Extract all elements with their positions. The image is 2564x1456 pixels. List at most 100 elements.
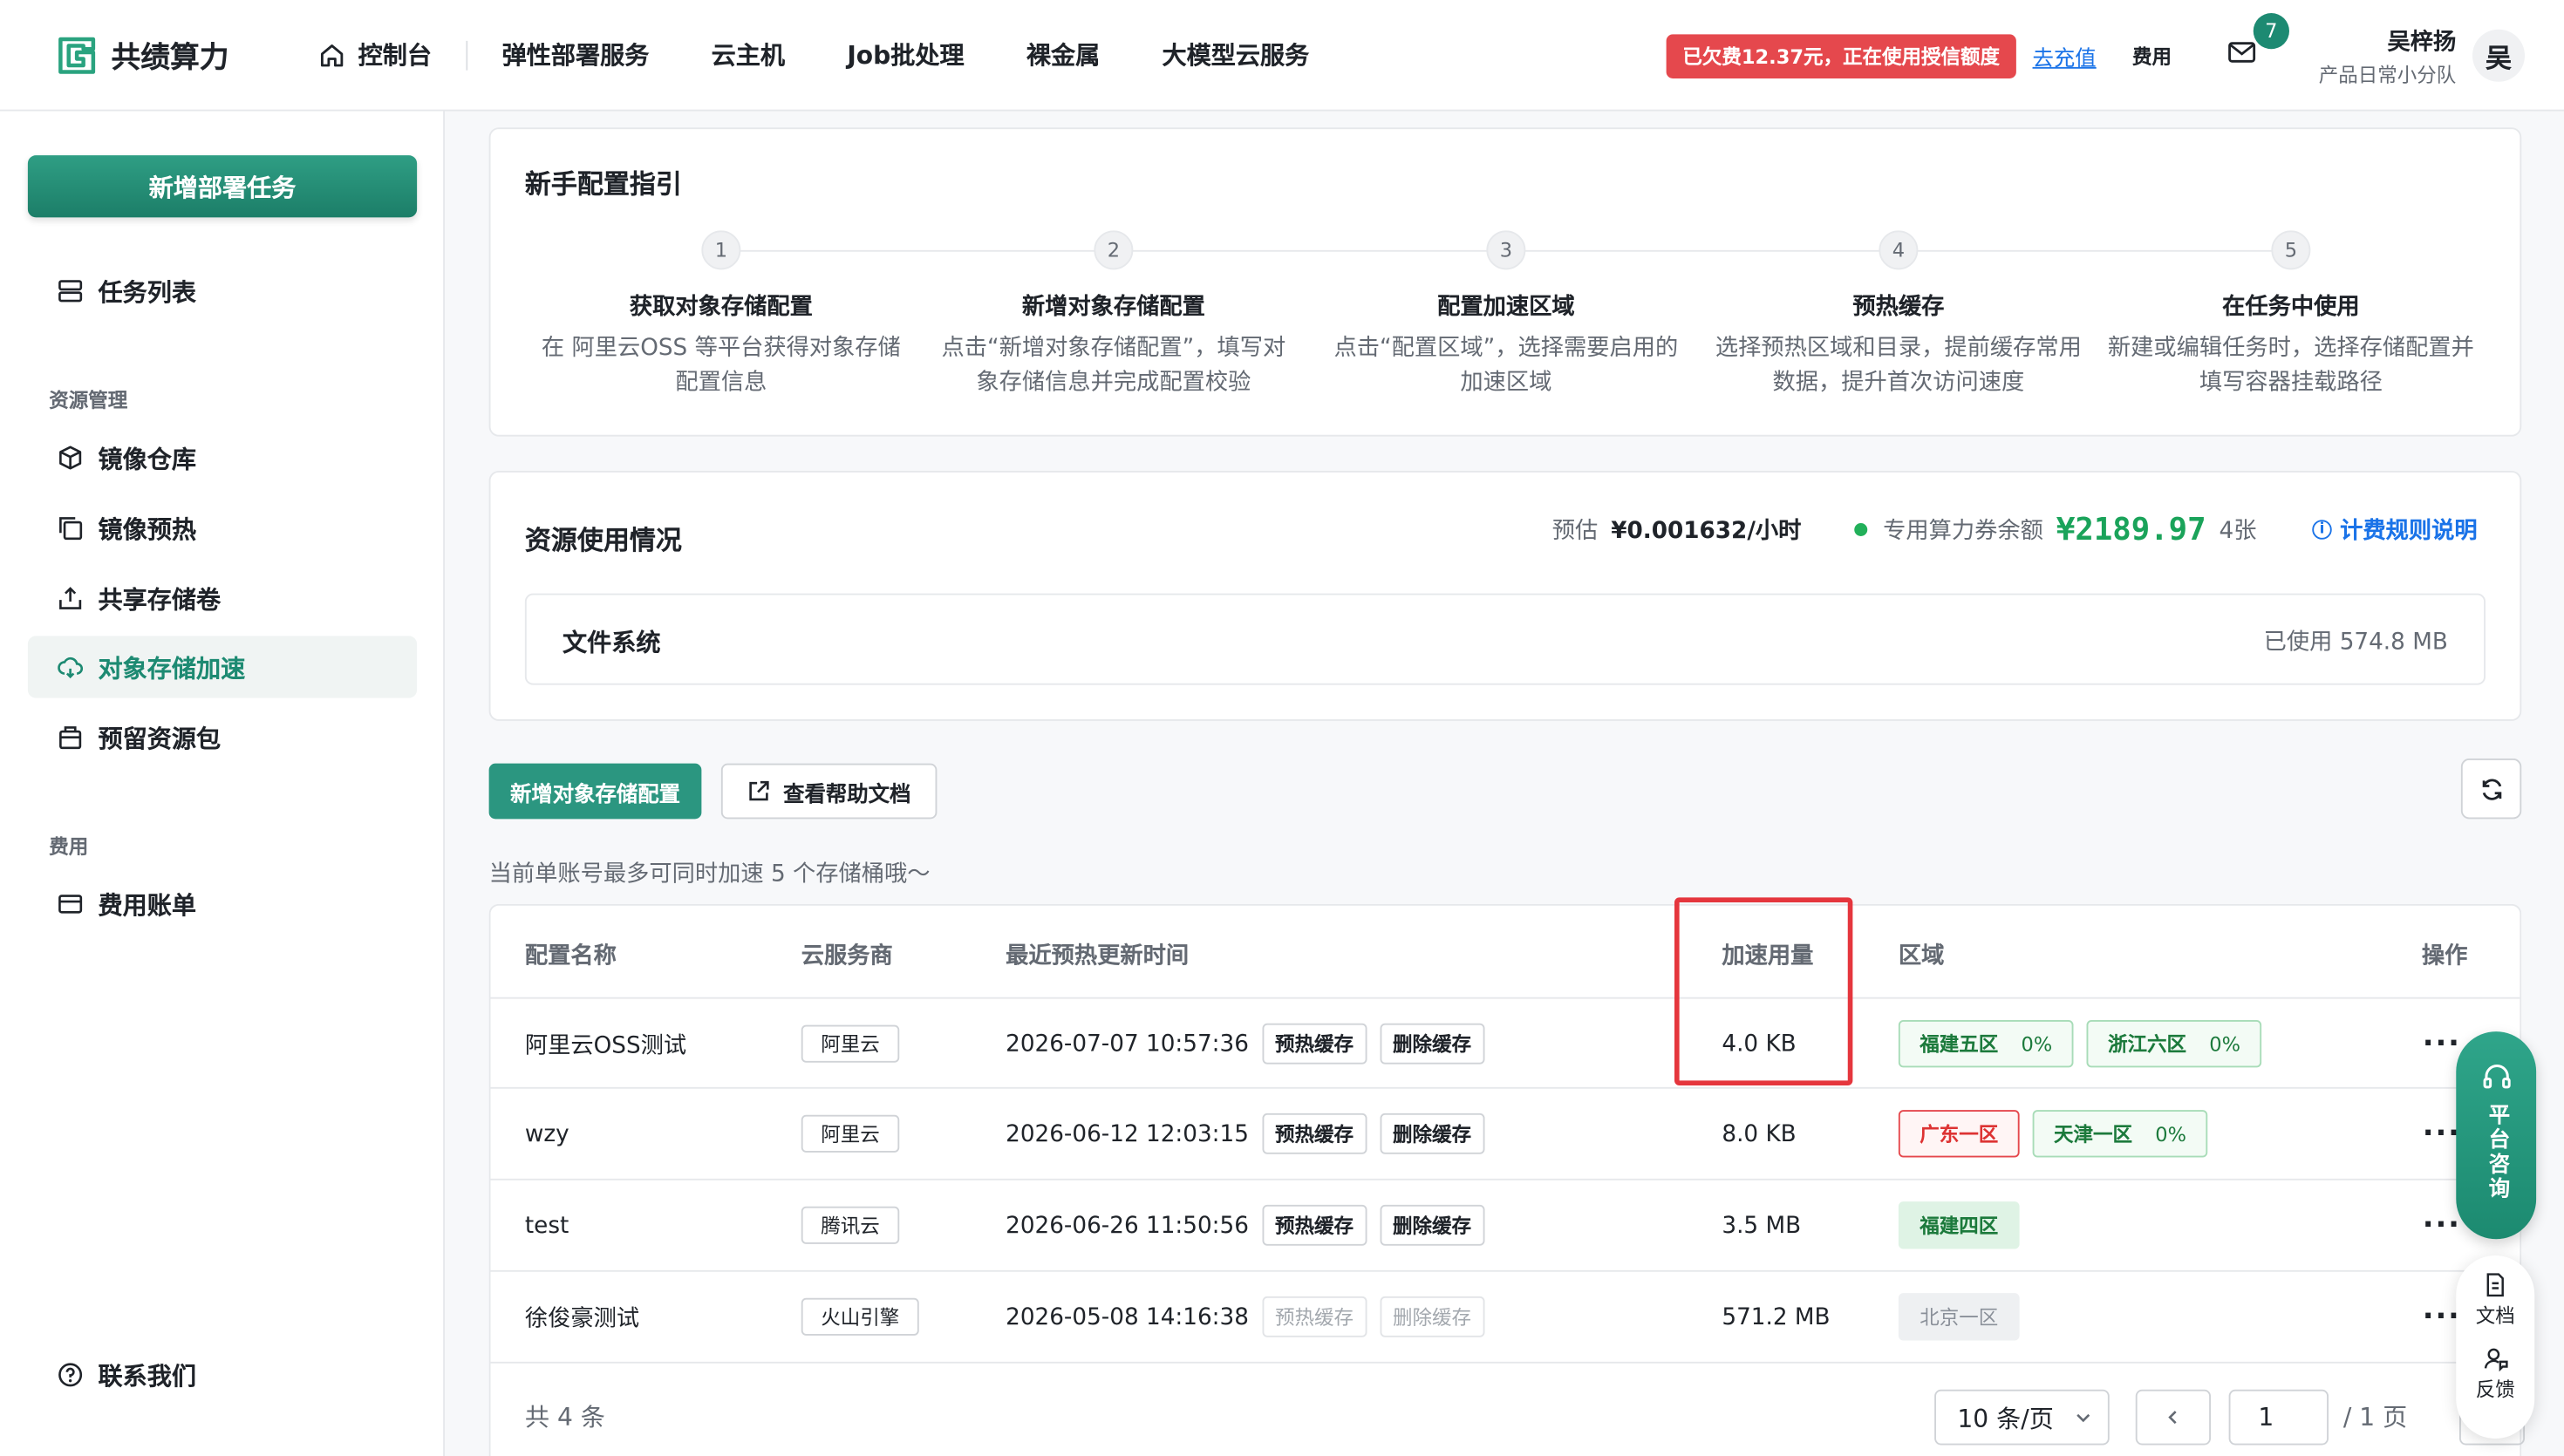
guide-step: 1 获取对象存储配置 在 阿里云OSS 等平台获得对象存储配置信息 bbox=[525, 230, 917, 400]
nav-console[interactable]: 控制台 bbox=[288, 37, 463, 71]
region-tag[interactable]: 北京一区 bbox=[1898, 1293, 2020, 1341]
warmup-time: 2026-06-26 11:50:56 bbox=[1006, 1212, 1249, 1239]
sidebar-item-label: 镜像仓库 bbox=[98, 444, 197, 473]
user-info[interactable]: 吴梓扬 产品日常小分队 bbox=[2319, 24, 2457, 87]
delete-cache-button[interactable]: 删除缓存 bbox=[1379, 1204, 1485, 1246]
refresh-button[interactable] bbox=[2460, 759, 2522, 820]
page-total: / 1 页 bbox=[2342, 1402, 2408, 1432]
provider-tag: 阿里云 bbox=[801, 1024, 900, 1063]
region-name: 天津一区 bbox=[2054, 1123, 2133, 1146]
region-tag[interactable]: 福建五区 0% bbox=[1898, 1020, 2074, 1068]
region-name: 浙江六区 bbox=[2107, 1033, 2187, 1057]
step-title: 预热缓存 bbox=[1852, 294, 1945, 321]
recharge-link[interactable]: 去充值 bbox=[2033, 40, 2097, 71]
estimate-label: 预估 bbox=[1551, 518, 1599, 545]
upload-icon bbox=[56, 583, 85, 613]
docs-button[interactable]: 文档 bbox=[2476, 1272, 2515, 1330]
nav-job-batch[interactable]: Job批处理 bbox=[816, 37, 996, 71]
platform-consult-button[interactable]: 平台咨询 bbox=[2456, 1031, 2537, 1240]
guide-step: 3 配置加速区域 点击“配置区域”，选择需要启用的加速区域 bbox=[1310, 230, 1702, 400]
delete-cache-button[interactable]: 删除缓存 bbox=[1379, 1023, 1485, 1065]
prev-page-button[interactable] bbox=[2135, 1389, 2211, 1446]
guide-step: 4 预热缓存 选择预热区域和目录，提前缓存常用数据，提升首次访问速度 bbox=[1702, 230, 2095, 400]
debt-notice-badge: 已欠费12.37元，正在使用授信额度 bbox=[1666, 33, 2016, 78]
sidebar-item-object-storage-accel[interactable]: 对象存储加速 bbox=[27, 636, 418, 698]
mail-button[interactable]: 7 bbox=[2227, 13, 2289, 72]
sidebar-item-reserved-package[interactable]: 预留资源包 bbox=[28, 706, 417, 768]
nav-bare-metal[interactable]: 裸金属 bbox=[995, 37, 1131, 71]
step-title: 获取对象存储配置 bbox=[629, 294, 813, 321]
feedback-label: 反馈 bbox=[2475, 1378, 2515, 1401]
nav-divider bbox=[466, 39, 468, 70]
nav-llm-cloud[interactable]: 大模型云服务 bbox=[1131, 37, 1340, 71]
top-header: 共绩算力 控制台 弹性部署服务 云主机 Job批处理 裸金属 大模型云服务 已欠… bbox=[0, 0, 2564, 112]
nav-cloud-host[interactable]: 云主机 bbox=[680, 37, 816, 71]
delete-cache-button: 删除缓存 bbox=[1379, 1296, 1485, 1337]
step-desc: 点击“新增对象存储配置”，填写对象存储信息并完成配置校验 bbox=[941, 335, 1286, 396]
warm-cache-button[interactable]: 预热缓存 bbox=[1261, 1112, 1367, 1154]
page-size-select[interactable]: 10 条/页 bbox=[1934, 1389, 2110, 1446]
new-deploy-task-button[interactable]: 新增部署任务 bbox=[27, 155, 418, 218]
avatar[interactable]: 吴 bbox=[2472, 29, 2525, 82]
warm-cache-button: 预热缓存 bbox=[1261, 1296, 1367, 1337]
usage-summary: 预估 ¥0.001632/小时 专用算力券余额 ¥2189.97 4张 i 计费… bbox=[1552, 512, 2478, 548]
step-number: 5 bbox=[2271, 230, 2311, 270]
region-tag[interactable]: 福建四区 bbox=[1898, 1201, 2020, 1249]
total-count: 共 4 条 bbox=[524, 1402, 605, 1432]
feedback-icon bbox=[2484, 1348, 2508, 1372]
coupon-amount: ¥2189.97 bbox=[2056, 511, 2206, 548]
sidebar-item-label: 共享存储卷 bbox=[98, 584, 222, 615]
cloud-icon bbox=[56, 652, 85, 682]
sidebar-item-shared-volume[interactable]: 共享存储卷 bbox=[28, 568, 417, 629]
table-row: wzy 阿里云 2026-06-12 12:03:15 预热缓存 删除缓存 8.… bbox=[490, 1086, 2520, 1179]
region-tag[interactable]: 广东一区 bbox=[1898, 1110, 2020, 1158]
sidebar-item-label: 预留资源包 bbox=[98, 723, 222, 753]
sidebar-item-label: 镜像预热 bbox=[98, 514, 197, 544]
delete-cache-button[interactable]: 删除缓存 bbox=[1379, 1112, 1485, 1154]
warmup-time: 2026-06-12 12:03:15 bbox=[1006, 1120, 1249, 1147]
sidebar-item-contact[interactable]: 联系我们 bbox=[28, 1344, 417, 1405]
fee-link[interactable]: 费用 bbox=[2132, 42, 2172, 70]
sidebar-item-bill[interactable]: 费用账单 bbox=[28, 873, 417, 935]
usage-title: 资源使用情况 bbox=[524, 524, 682, 556]
coupon-count: 4张 bbox=[2219, 518, 2257, 545]
add-storage-config-button[interactable]: 新增对象存储配置 bbox=[488, 763, 702, 820]
mail-icon bbox=[2228, 42, 2256, 63]
sidebar-item-label: 任务列表 bbox=[98, 276, 197, 307]
chevron-left-icon bbox=[2168, 1411, 2177, 1425]
info-icon: i bbox=[2312, 520, 2332, 540]
billing-rule-label: 计费规则说明 bbox=[2340, 518, 2478, 545]
warm-cache-button[interactable]: 预热缓存 bbox=[1261, 1204, 1367, 1246]
step-desc: 在 阿里云OSS 等平台获得对象存储配置信息 bbox=[541, 335, 901, 396]
beginner-guide-card: 新手配置指引 1 获取对象存储配置 在 阿里云OSS 等平台获得对象存储配置信息… bbox=[488, 127, 2522, 437]
col-header-name: 配置名称 bbox=[524, 942, 617, 970]
consult-label: 平台咨询 bbox=[2484, 1103, 2509, 1202]
region-tag[interactable]: 浙江六区 0% bbox=[2086, 1020, 2262, 1068]
storage-config-table: 配置名称 云服务商 最近预热更新时间 加速用量 区域 操作 阿里云OSS测试 阿… bbox=[488, 903, 2525, 1456]
sidebar-item-task-list[interactable]: 任务列表 bbox=[28, 260, 417, 322]
warm-cache-button[interactable]: 预热缓存 bbox=[1261, 1023, 1367, 1065]
resource-usage-card: 资源使用情况 预估 ¥0.001632/小时 专用算力券余额 ¥2189.97 … bbox=[488, 471, 2522, 721]
external-link-icon bbox=[747, 779, 770, 802]
main-nav: 控制台 弹性部署服务 云主机 Job批处理 裸金属 大模型云服务 bbox=[288, 37, 1340, 71]
sidebar-item-image-warmup[interactable]: 镜像预热 bbox=[28, 497, 417, 559]
region-percent: 0% bbox=[2155, 1123, 2187, 1146]
refresh-icon bbox=[2481, 778, 2501, 799]
status-dot-icon bbox=[1853, 523, 1867, 536]
help-doc-label: 查看帮助文档 bbox=[783, 782, 911, 807]
help-doc-button[interactable]: 查看帮助文档 bbox=[720, 763, 938, 820]
region-tag[interactable]: 天津一区 0% bbox=[2032, 1110, 2208, 1158]
docs-label: 文档 bbox=[2475, 1304, 2515, 1328]
billing-rule-link[interactable]: i 计费规则说明 bbox=[2312, 514, 2478, 547]
feedback-button[interactable]: 反馈 bbox=[2476, 1345, 2515, 1403]
page-number-input[interactable]: 1 bbox=[2228, 1389, 2329, 1446]
logo-mark-icon bbox=[58, 36, 96, 73]
guide-step: 2 新增对象存储配置 点击“新增对象存储配置”，填写对象存储信息并完成配置校验 bbox=[917, 230, 1310, 400]
nav-elastic-deploy[interactable]: 弹性部署服务 bbox=[471, 37, 680, 71]
cube-icon bbox=[56, 443, 85, 473]
sidebar-item-image-repo[interactable]: 镜像仓库 bbox=[28, 426, 417, 488]
region-name: 福建五区 bbox=[1920, 1033, 1999, 1057]
logo[interactable]: 共绩算力 bbox=[56, 33, 259, 76]
accel-usage: 8.0 KB bbox=[1722, 1120, 1797, 1147]
step-number: 2 bbox=[1094, 230, 1134, 270]
